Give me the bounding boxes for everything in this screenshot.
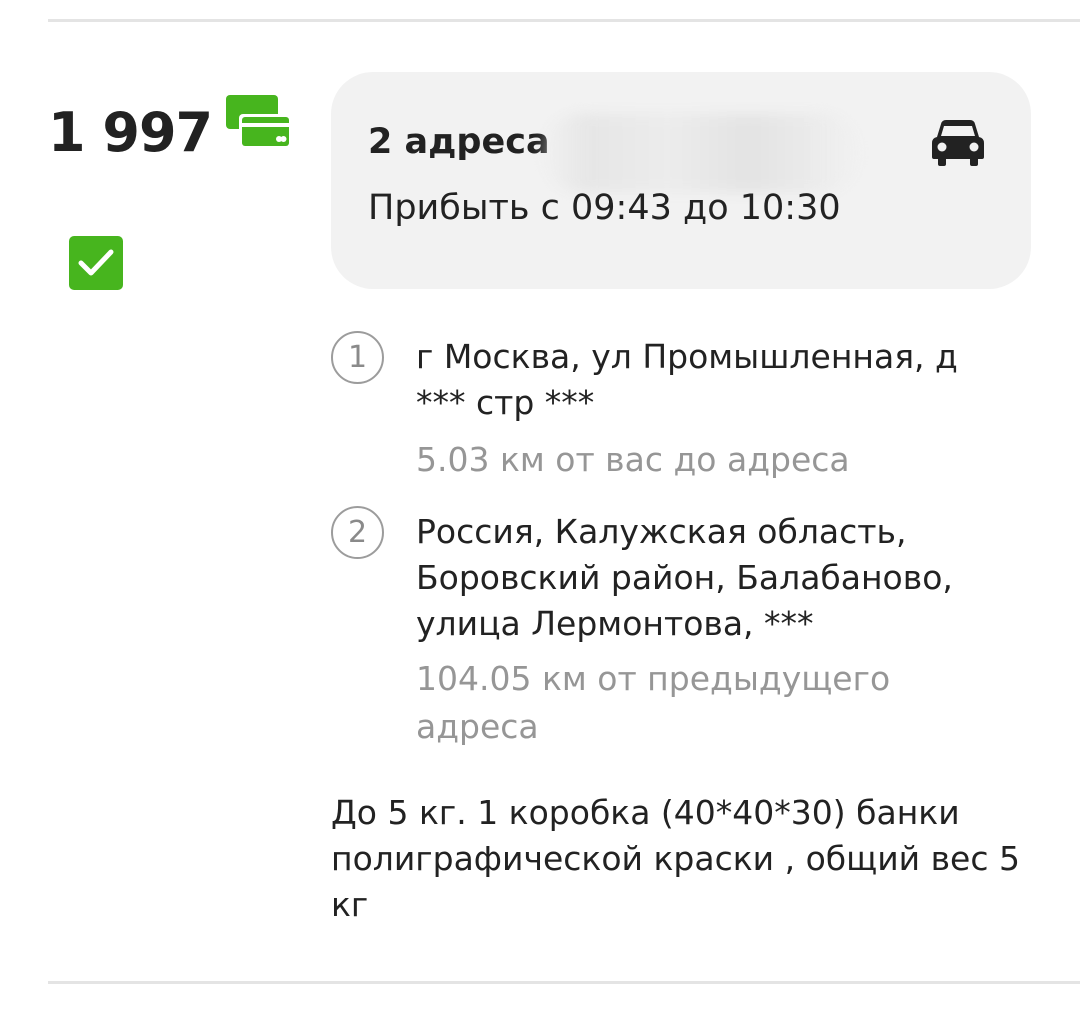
stop-distance: 5.03 км от вас до адреса — [416, 440, 850, 479]
cargo-description: До 5 кг. 1 коробка (40*40*30) банки поли… — [331, 793, 1020, 924]
stop-address: г Москва, ул Промышленная, д *** стр *** — [416, 337, 958, 422]
price-row: 1 997 — [48, 95, 293, 166]
route-card[interactable]: 2 адреса Прибыть с 09:43 до 10:30 — [331, 72, 1031, 289]
top-divider — [48, 19, 1080, 22]
credit-card-icon — [226, 95, 293, 149]
order-checkbox[interactable] — [69, 236, 123, 290]
car-icon — [932, 120, 984, 166]
stop-number-badge: 1 — [331, 331, 384, 384]
order-price: 1 997 — [48, 101, 213, 164]
stop-number-badge: 2 — [331, 506, 384, 559]
arrival-window: Прибыть с 09:43 до 10:30 — [368, 188, 841, 228]
redacted-area — [541, 114, 861, 192]
stop-distance: 104.05 км от предыдущего адреса — [416, 659, 891, 746]
stop-address: Россия, Калужская область, Боровский рай… — [416, 512, 953, 643]
bottom-divider — [48, 981, 1080, 984]
checkmark-icon — [78, 249, 114, 276]
route-title: 2 адреса — [368, 122, 550, 162]
